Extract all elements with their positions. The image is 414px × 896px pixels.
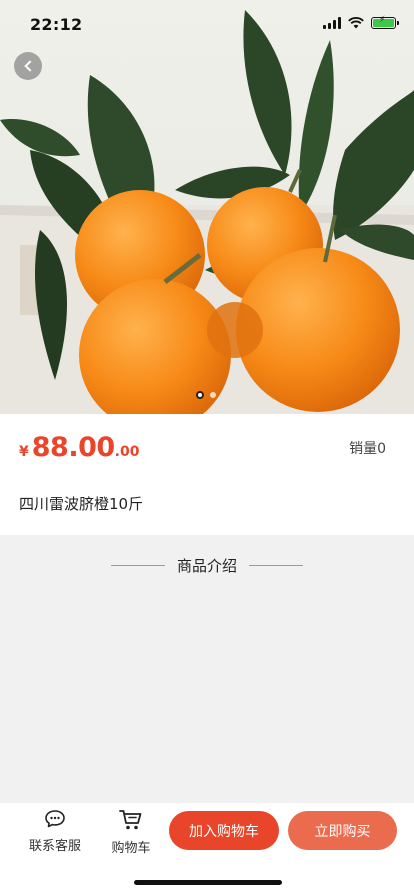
price-decimal: .00	[114, 444, 140, 460]
contact-service-button[interactable]: 联系客服	[20, 809, 90, 854]
product-price: ¥ 88.00 .00	[19, 432, 139, 463]
cart-label: 购物车	[111, 841, 151, 856]
pagination-dot-active[interactable]	[196, 391, 204, 399]
back-button[interactable]	[14, 52, 42, 80]
wifi-icon	[348, 17, 364, 29]
service-label: 联系客服	[28, 839, 81, 854]
product-title: 四川雷波脐橙10斤	[19, 495, 144, 513]
pagination-dot[interactable]	[210, 392, 216, 398]
home-indicator[interactable]	[134, 880, 282, 885]
product-info: ¥ 88.00 .00 销量0 四川雷波脐橙10斤	[0, 414, 414, 535]
product-intro-heading: 商品介绍	[0, 555, 414, 576]
signal-icon	[323, 17, 341, 29]
sales-count: 销量0	[349, 441, 386, 457]
intro-title: 商品介绍	[176, 557, 237, 575]
status-bar: 22:12	[0, 0, 414, 50]
buy-now-button[interactable]: 立即购买	[288, 811, 397, 850]
cart-button[interactable]: 购物车	[96, 809, 166, 856]
chevron-left-icon	[23, 60, 36, 72]
status-time: 22:12	[30, 15, 83, 34]
chat-bubble-icon	[45, 810, 65, 828]
status-icons	[323, 15, 399, 29]
divider-right	[249, 565, 303, 566]
product-photo	[0, 10, 414, 414]
battery-icon	[371, 15, 399, 29]
divider-left	[110, 565, 165, 566]
add-to-cart-button[interactable]: 加入购物车	[169, 811, 279, 850]
currency-symbol: ¥	[19, 444, 29, 460]
shopping-cart-icon	[119, 810, 142, 830]
gallery-pagination	[196, 391, 216, 399]
price-main: 88.00	[31, 432, 115, 463]
product-image-gallery[interactable]	[0, 0, 414, 414]
